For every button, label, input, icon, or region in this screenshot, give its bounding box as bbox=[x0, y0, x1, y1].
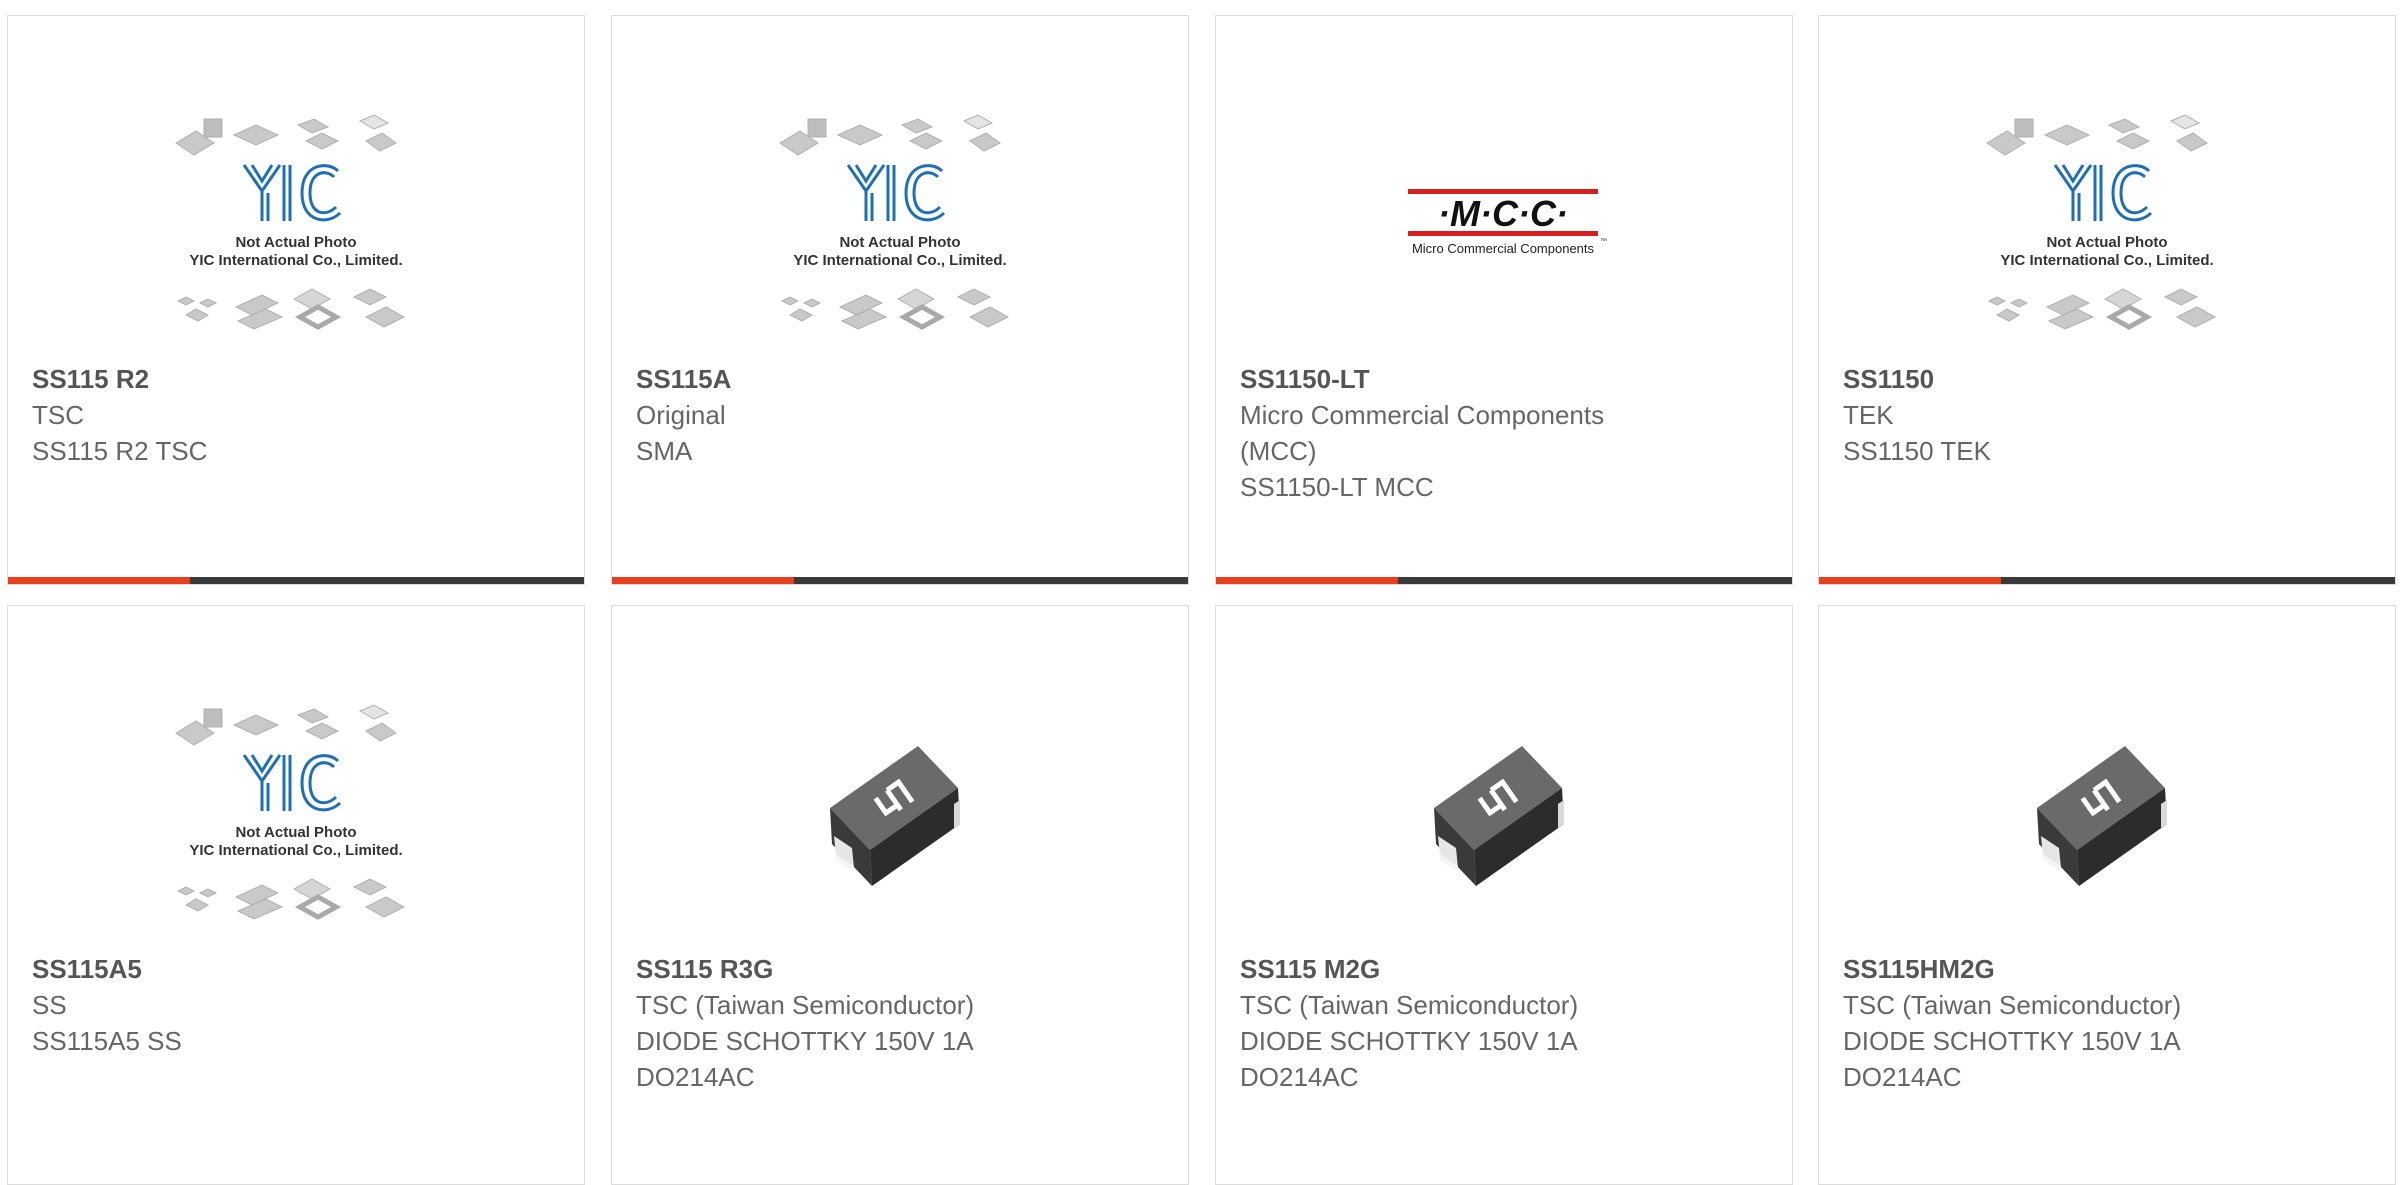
product-info: SS115 M2G TSC (Taiwan Semiconductor) DIO… bbox=[1240, 951, 1768, 1095]
product-info: SS115A5 SS SS115A5 SS bbox=[32, 951, 560, 1059]
product-name[interactable]: SS1150-LT bbox=[1240, 361, 1768, 397]
product-detail: DIODE SCHOTTKY 150V 1A bbox=[1843, 1026, 2181, 1056]
product-info: SS115 R2 TSC SS115 R2 TSC bbox=[32, 361, 560, 469]
card-accent-bar bbox=[8, 577, 190, 584]
yic-placeholder-image: Not Actual Photo YIC International Co., … bbox=[175, 704, 406, 920]
yic-placeholder-image: Not Actual Photo YIC International Co., … bbox=[779, 114, 1010, 330]
product-detail: TEK bbox=[1843, 400, 1894, 430]
product-image[interactable] bbox=[1216, 676, 1792, 956]
product-detail: Micro Commercial Components bbox=[1240, 400, 1605, 430]
product-name[interactable]: SS115A5 bbox=[32, 951, 560, 987]
card-bottom-bar bbox=[1216, 577, 1792, 584]
mcc-logo-tm: ™ bbox=[1600, 238, 1607, 245]
card-bottom-bar bbox=[612, 577, 1188, 584]
product-detail: SS bbox=[32, 990, 67, 1020]
card-accent-bar bbox=[1216, 577, 1398, 584]
yic-placeholder-image: Not Actual Photo YIC International Co., … bbox=[1986, 114, 2217, 330]
placeholder-caption: Not Actual Photo bbox=[235, 824, 356, 841]
product-card[interactable]: Not Actual Photo YIC International Co., … bbox=[1818, 15, 2396, 585]
placeholder-caption: Not Actual Photo bbox=[235, 234, 356, 251]
diode-package-image bbox=[830, 746, 960, 886]
product-name[interactable]: SS115 R3G bbox=[636, 951, 1164, 987]
placeholder-caption: Not Actual Photo bbox=[839, 234, 960, 251]
product-detail: SS1150-LT MCC bbox=[1240, 472, 1434, 502]
product-detail: SMA bbox=[636, 436, 693, 466]
product-detail: Original bbox=[636, 400, 726, 430]
product-image[interactable]: Not Actual Photo YIC International Co., … bbox=[612, 86, 1188, 366]
product-info: SS115HM2G TSC (Taiwan Semiconductor) DIO… bbox=[1843, 951, 2371, 1095]
placeholder-company: YIC International Co., Limited. bbox=[189, 252, 402, 269]
product-detail: DO214AC bbox=[636, 1062, 755, 1092]
product-image[interactable] bbox=[1819, 676, 2395, 956]
product-detail: DO214AC bbox=[1843, 1062, 1962, 1092]
mcc-logo-mark: ·M·C·C· bbox=[1438, 193, 1568, 234]
product-card[interactable]: SS115HM2G TSC (Taiwan Semiconductor) DIO… bbox=[1818, 605, 2396, 1185]
card-bottom-bar bbox=[1819, 577, 2395, 584]
placeholder-company: YIC International Co., Limited. bbox=[2000, 252, 2213, 269]
product-image[interactable]: Not Actual Photo YIC International Co., … bbox=[8, 86, 584, 366]
card-accent-bar bbox=[612, 577, 794, 584]
product-image[interactable]: Not Actual Photo YIC International Co., … bbox=[8, 676, 584, 956]
product-image[interactable]: Not Actual Photo YIC International Co., … bbox=[1819, 86, 2395, 366]
yic-placeholder-image: Not Actual Photo YIC International Co., … bbox=[175, 114, 406, 330]
diode-package-image bbox=[2037, 746, 2167, 886]
product-detail: TSC bbox=[32, 400, 84, 430]
card-bottom-bar bbox=[8, 577, 584, 584]
product-image[interactable]: ·M·C·C· ™ Micro Commercial Components bbox=[1216, 86, 1792, 366]
product-card[interactable]: SS115 R3G TSC (Taiwan Semiconductor) DIO… bbox=[611, 605, 1189, 1185]
product-detail: DIODE SCHOTTKY 150V 1A bbox=[636, 1026, 974, 1056]
product-name[interactable]: SS115HM2G bbox=[1843, 951, 2371, 987]
product-detail: DO214AC bbox=[1240, 1062, 1359, 1092]
product-detail: SS1150 TEK bbox=[1843, 436, 1991, 466]
placeholder-caption: Not Actual Photo bbox=[2046, 234, 2167, 251]
product-detail: TSC (Taiwan Semiconductor) bbox=[636, 990, 975, 1020]
mcc-logo-subtitle: Micro Commercial Components bbox=[1412, 241, 1595, 256]
product-detail: SS115 R2 TSC bbox=[32, 436, 208, 466]
product-card[interactable]: Not Actual Photo YIC International Co., … bbox=[7, 15, 585, 585]
product-detail: (MCC) bbox=[1240, 436, 1317, 466]
mcc-logo-image: ·M·C·C· ™ Micro Commercial Components bbox=[1408, 189, 1607, 256]
product-name[interactable]: SS1150 bbox=[1843, 361, 2371, 397]
product-card[interactable]: Not Actual Photo YIC International Co., … bbox=[7, 605, 585, 1185]
product-info: SS115 R3G TSC (Taiwan Semiconductor) DIO… bbox=[636, 951, 1164, 1095]
placeholder-company: YIC International Co., Limited. bbox=[189, 842, 402, 859]
card-accent-bar bbox=[1819, 577, 2001, 584]
product-info: SS1150 TEK SS1150 TEK bbox=[1843, 361, 2371, 469]
product-image[interactable] bbox=[612, 676, 1188, 956]
product-name[interactable]: SS115A bbox=[636, 361, 1164, 397]
product-detail: DIODE SCHOTTKY 150V 1A bbox=[1240, 1026, 1578, 1056]
placeholder-company: YIC International Co., Limited. bbox=[793, 252, 1006, 269]
product-card[interactable]: Not Actual Photo YIC International Co., … bbox=[611, 15, 1189, 585]
product-info: SS115A Original SMA bbox=[636, 361, 1164, 469]
product-detail: SS115A5 SS bbox=[32, 1026, 182, 1056]
diode-package-image bbox=[1434, 746, 1564, 886]
product-card[interactable]: ·M·C·C· ™ Micro Commercial Components SS… bbox=[1215, 15, 1793, 585]
product-detail: TSC (Taiwan Semiconductor) bbox=[1240, 990, 1579, 1020]
product-info: SS1150-LT Micro Commercial Components (M… bbox=[1240, 361, 1768, 505]
product-detail: TSC (Taiwan Semiconductor) bbox=[1843, 990, 2182, 1020]
product-card[interactable]: SS115 M2G TSC (Taiwan Semiconductor) DIO… bbox=[1215, 605, 1793, 1185]
product-name[interactable]: SS115 R2 bbox=[32, 361, 560, 397]
product-name[interactable]: SS115 M2G bbox=[1240, 951, 1768, 987]
